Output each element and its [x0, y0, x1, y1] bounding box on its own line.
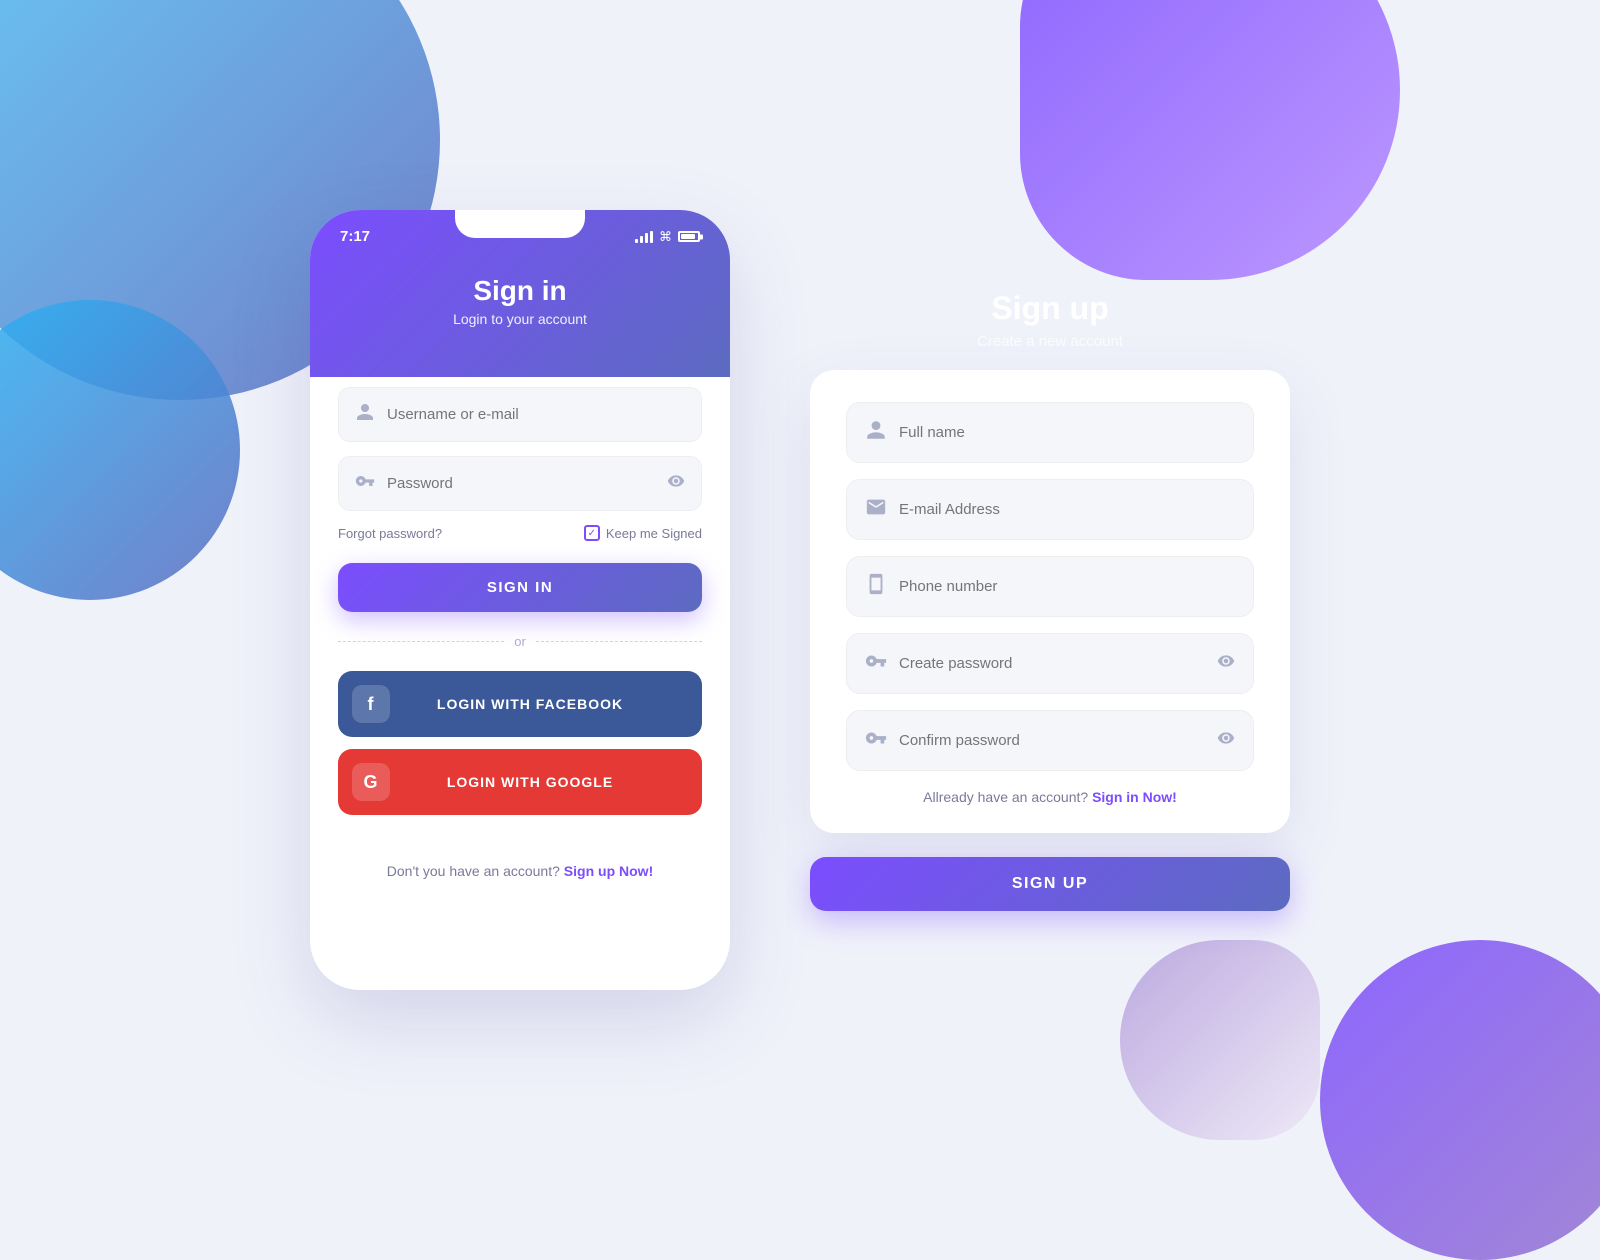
already-account-row: Allready have an account? Sign in Now! [846, 789, 1254, 805]
create-password-input-group[interactable] [846, 633, 1254, 694]
email-input[interactable] [899, 501, 1235, 518]
fullname-input-group[interactable] [846, 402, 1254, 463]
google-icon: G [352, 763, 390, 801]
signin-now-link[interactable]: Sign in Now! [1092, 789, 1177, 805]
phone-input[interactable] [899, 578, 1235, 595]
phone-icons: ⌘ [635, 229, 700, 245]
eye-icon-confirm-password[interactable] [1217, 729, 1235, 752]
password-input-group[interactable] [338, 456, 702, 511]
divider-line-right [536, 641, 702, 642]
signup-panel: Sign up Create a new account [810, 290, 1290, 911]
signin-subtitle: Login to your account [340, 311, 700, 327]
signup-link[interactable]: Sign up Now! [564, 863, 653, 879]
facebook-button[interactable]: f LOGIN WITH FACEBOOK [338, 671, 702, 737]
eye-icon-signin[interactable] [667, 472, 685, 495]
facebook-label: LOGIN WITH FACEBOOK [410, 696, 650, 712]
confirm-password-input-group[interactable] [846, 710, 1254, 771]
phone-footer: Don't you have an account? Sign up Now! [310, 863, 730, 899]
phone-icon [865, 573, 887, 600]
signup-button[interactable]: SIGN UP [810, 857, 1290, 911]
signup-subtitle: Create a new account [977, 333, 1123, 350]
username-input-group[interactable] [338, 387, 702, 442]
divider-text: or [514, 634, 526, 649]
google-button[interactable]: G LOGIN WITH GOOGLE [338, 749, 702, 815]
footer-text: Don't you have an account? [387, 863, 560, 879]
forgot-password-link[interactable]: Forgot password? [338, 526, 442, 541]
confirm-password-key-icon [865, 727, 887, 754]
user-icon [355, 402, 375, 427]
signal-icon [635, 231, 653, 243]
username-input[interactable] [387, 406, 685, 423]
already-text: Allready have an account? [923, 789, 1088, 805]
main-container: 7:17 ⌘ Sign in Login to your account [0, 0, 1600, 1200]
create-password-input[interactable] [899, 655, 1217, 672]
divider-row: or [338, 634, 702, 649]
create-password-key-icon [865, 650, 887, 677]
keep-signed-row: Keep me Signed [584, 525, 702, 541]
keep-signed-checkbox[interactable] [584, 525, 600, 541]
signup-title: Sign up [977, 290, 1123, 327]
wifi-icon: ⌘ [659, 229, 672, 245]
signup-header: Sign up Create a new account [977, 290, 1123, 350]
google-label: LOGIN WITH GOOGLE [410, 774, 650, 790]
battery-icon [678, 231, 700, 242]
fullname-input[interactable] [899, 424, 1235, 441]
keep-signed-label: Keep me Signed [606, 526, 702, 541]
phone-header: 7:17 ⌘ Sign in Login to your account [310, 210, 730, 377]
phone-body: Forgot password? Keep me Signed SIGN IN … [310, 357, 730, 843]
sign-in-button[interactable]: SIGN IN [338, 563, 702, 612]
eye-icon-create-password[interactable] [1217, 652, 1235, 675]
key-icon [355, 471, 375, 496]
password-input[interactable] [387, 475, 667, 492]
divider-line-left [338, 641, 504, 642]
phone-mockup-signin: 7:17 ⌘ Sign in Login to your account [310, 210, 730, 990]
email-icon [865, 496, 887, 523]
forgot-row: Forgot password? Keep me Signed [338, 525, 702, 541]
phone-input-group[interactable] [846, 556, 1254, 617]
email-input-group[interactable] [846, 479, 1254, 540]
phone-time: 7:17 [340, 228, 370, 245]
signin-title-block: Sign in Login to your account [340, 275, 700, 327]
phone-notch [455, 210, 585, 238]
facebook-icon: f [352, 685, 390, 723]
signup-card: Allready have an account? Sign in Now! [810, 370, 1290, 833]
confirm-password-input[interactable] [899, 732, 1217, 749]
fullname-user-icon [865, 419, 887, 446]
signin-title: Sign in [340, 275, 700, 307]
